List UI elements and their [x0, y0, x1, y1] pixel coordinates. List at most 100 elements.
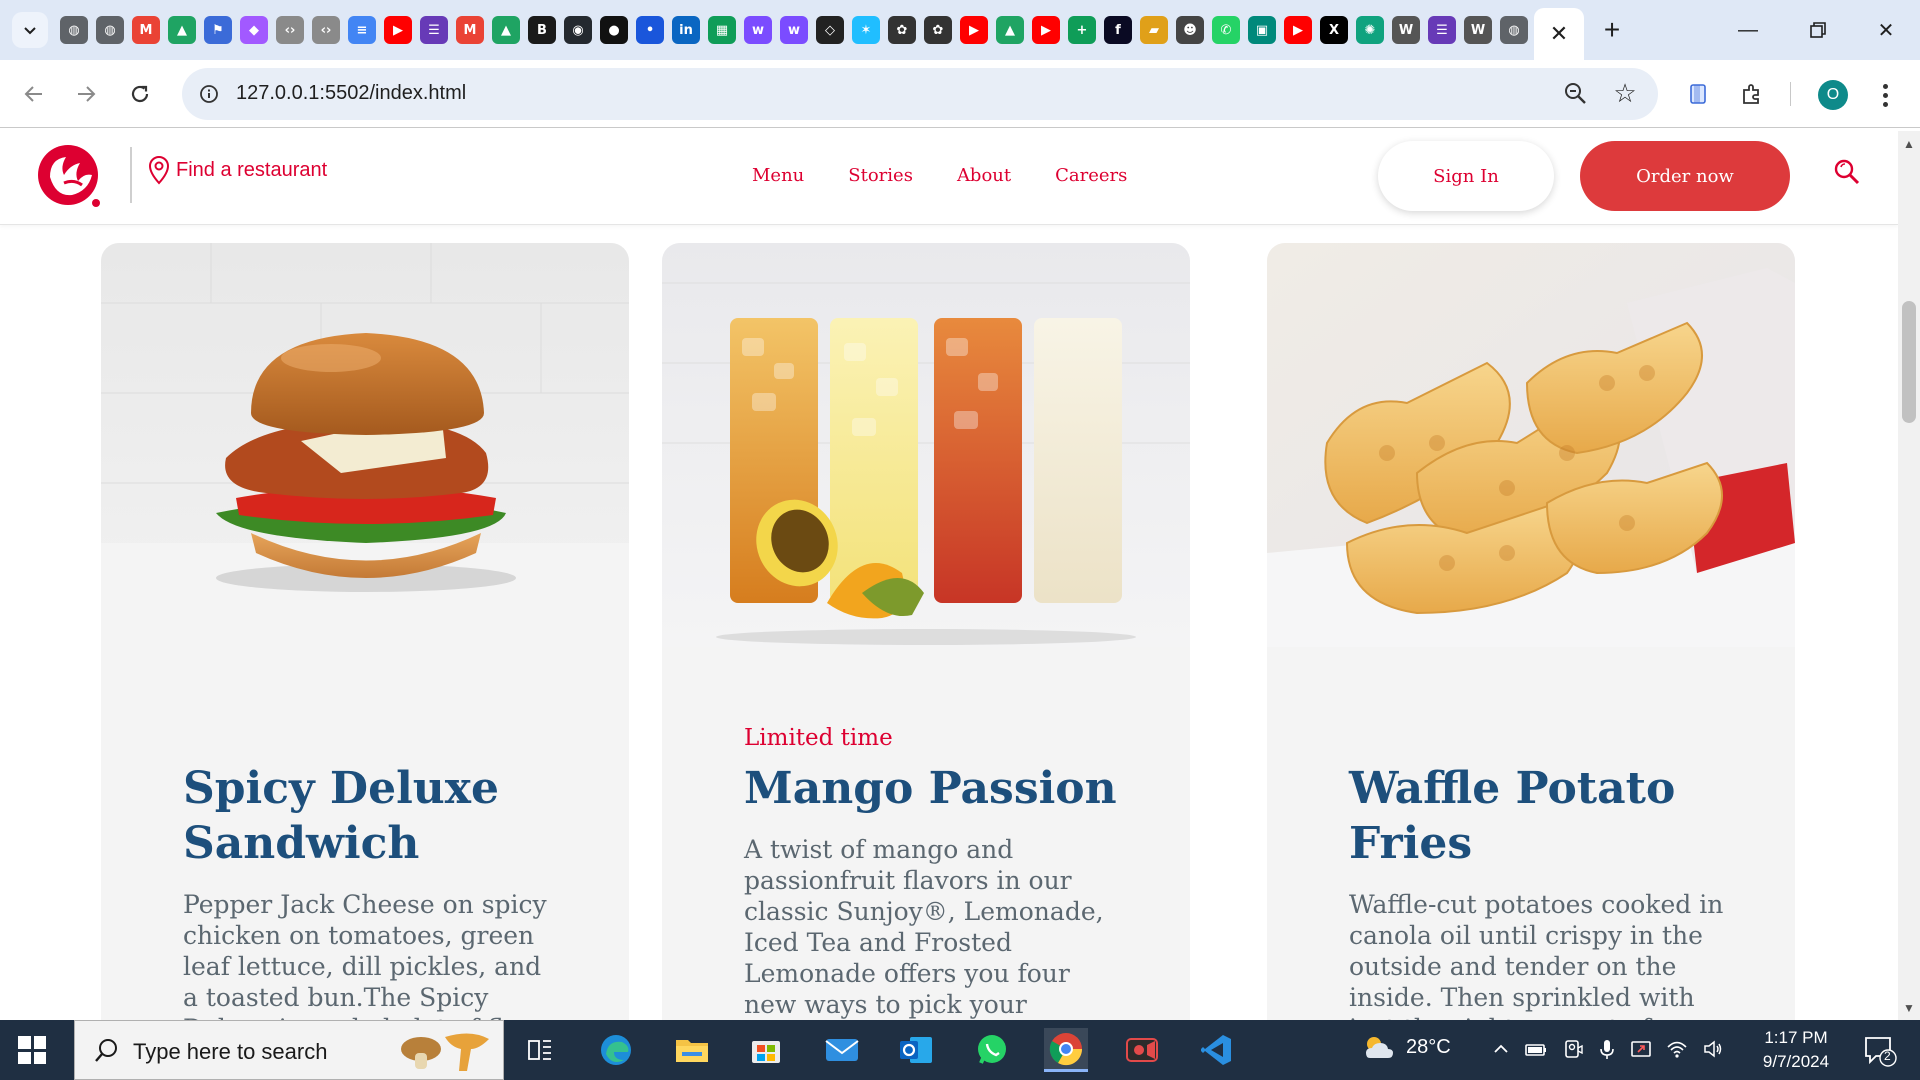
- vscode-icon[interactable]: [1194, 1028, 1238, 1072]
- address-bar[interactable]: 127.0.0.1:5502/index.html ☆: [182, 68, 1658, 120]
- close-tab-icon[interactable]: ✕: [1550, 21, 1568, 47]
- globe-tab-icon[interactable]: ◍: [60, 16, 88, 44]
- volume-icon[interactable]: [1702, 1038, 1724, 1065]
- scrollbar-thumb[interactable]: [1902, 301, 1916, 423]
- back-button[interactable]: [14, 74, 54, 114]
- weather-widget[interactable]: 28°C: [1362, 1032, 1451, 1062]
- bookmark-star-icon[interactable]: ☆: [1610, 78, 1640, 108]
- code-tab-icon[interactable]: ‹›: [276, 16, 304, 44]
- file-explorer-icon[interactable]: [670, 1028, 714, 1072]
- active-tab[interactable]: ✕: [1534, 8, 1584, 60]
- meet-tab-icon[interactable]: ▣: [1248, 16, 1276, 44]
- find-restaurant-link[interactable]: Find a restaurant: [148, 155, 327, 185]
- microsoft-store-icon[interactable]: [744, 1028, 788, 1072]
- site-search-icon[interactable]: [1832, 157, 1862, 187]
- restore-button[interactable]: [1796, 12, 1840, 48]
- forward-button[interactable]: [66, 74, 106, 114]
- site-info-icon[interactable]: [196, 81, 222, 107]
- menu-card-waffle-fries[interactable]: Waffle Potato Fries Waffle-cut potatoes …: [1267, 243, 1795, 1020]
- github-tab-icon[interactable]: ◉: [564, 16, 592, 44]
- forms-tab-icon[interactable]: ☰: [420, 16, 448, 44]
- notification-center-button[interactable]: 2: [1862, 1034, 1898, 1068]
- youtube-tab-icon[interactable]: ▶: [960, 16, 988, 44]
- browser-menu-button[interactable]: [1870, 78, 1900, 112]
- hat-tab-icon[interactable]: ▰: [1140, 16, 1168, 44]
- taskbar-search-placeholder[interactable]: Type here to search: [133, 1039, 327, 1065]
- wiki-tab-icon[interactable]: W: [1392, 16, 1420, 44]
- show-hidden-icons-chevron-icon[interactable]: [1492, 1038, 1510, 1065]
- code-tab-icon[interactable]: ‹›: [312, 16, 340, 44]
- menu-card-mango-passion[interactable]: Limited time Mango Passion A twist of ma…: [662, 243, 1190, 1020]
- card-title[interactable]: Spicy Deluxe Sandwich: [183, 761, 563, 871]
- drive-tab-icon[interactable]: ▲: [168, 16, 196, 44]
- wordtune-tab-icon[interactable]: w: [780, 16, 808, 44]
- url-text[interactable]: 127.0.0.1:5502/index.html: [236, 82, 466, 105]
- chrome-browser-icon[interactable]: [1044, 1028, 1088, 1072]
- mail-icon[interactable]: [820, 1028, 864, 1072]
- whatsapp-tab-icon[interactable]: ✆: [1212, 16, 1240, 44]
- screen-capture-icon[interactable]: [1630, 1038, 1652, 1065]
- drive-tab-icon[interactable]: ▲: [996, 16, 1024, 44]
- sheets-tab-icon[interactable]: ▦: [708, 16, 736, 44]
- nav-menu[interactable]: Menu: [752, 165, 804, 186]
- chatgpt-tab-icon[interactable]: ✿: [888, 16, 916, 44]
- forms-tab-icon[interactable]: ☰: [1428, 16, 1456, 44]
- page-scrollbar[interactable]: ▲ ▼: [1898, 131, 1920, 1020]
- ai-tab-icon[interactable]: ✺: [1356, 16, 1384, 44]
- kaggle-tab-icon[interactable]: ✶: [852, 16, 880, 44]
- taskbar-search-box[interactable]: Type here to search: [74, 1020, 504, 1080]
- profile-avatar[interactable]: O: [1818, 80, 1848, 110]
- new-tab-button[interactable]: +: [1596, 14, 1628, 46]
- wifi-icon[interactable]: [1666, 1038, 1688, 1065]
- meet-now-icon[interactable]: [1562, 1038, 1584, 1065]
- docs-tab-icon[interactable]: ≡: [348, 16, 376, 44]
- nav-stories[interactable]: Stories: [848, 165, 913, 186]
- battery-icon[interactable]: [1524, 1038, 1548, 1065]
- scroll-down-arrow-icon[interactable]: ▼: [1898, 999, 1920, 1017]
- tab-search-button[interactable]: [12, 12, 48, 48]
- flag-tab-icon[interactable]: ⚑: [204, 16, 232, 44]
- figma-tab-icon[interactable]: ◆: [240, 16, 268, 44]
- sign-in-button[interactable]: Sign In: [1378, 141, 1554, 211]
- card-title[interactable]: Waffle Potato Fries: [1349, 761, 1729, 871]
- minimize-button[interactable]: —: [1726, 12, 1770, 48]
- youtube-tab-icon[interactable]: ▶: [1032, 16, 1060, 44]
- outlook-icon[interactable]: [894, 1028, 938, 1072]
- globe-tab-icon[interactable]: ◍: [1500, 16, 1528, 44]
- drive-tab-icon[interactable]: ▲: [492, 16, 520, 44]
- nav-careers[interactable]: Careers: [1055, 165, 1127, 186]
- whatsapp-icon[interactable]: [970, 1028, 1014, 1072]
- find-restaurant-label[interactable]: Find a restaurant: [176, 159, 327, 182]
- wiki-tab-icon[interactable]: W: [1464, 16, 1492, 44]
- reading-mode-icon[interactable]: [1680, 76, 1716, 112]
- x-tab-icon[interactable]: X: [1320, 16, 1348, 44]
- gmail-tab-icon[interactable]: M: [456, 16, 484, 44]
- order-now-button[interactable]: Order now: [1580, 141, 1790, 211]
- windows-start-button[interactable]: [18, 1036, 46, 1064]
- brand-logo[interactable]: [34, 139, 104, 211]
- reload-button[interactable]: [120, 74, 160, 114]
- linkedin-tab-icon[interactable]: in: [672, 16, 700, 44]
- scroll-up-arrow-icon[interactable]: ▲: [1898, 135, 1920, 153]
- chatgpt-tab-icon[interactable]: ✿: [924, 16, 952, 44]
- robot-tab-icon[interactable]: ☻: [1176, 16, 1204, 44]
- codepen-tab-icon[interactable]: ◇: [816, 16, 844, 44]
- gmail-tab-icon[interactable]: M: [132, 16, 160, 44]
- extensions-icon[interactable]: [1734, 76, 1770, 112]
- taskbar-clock[interactable]: 1:17 PM 9/7/2024: [1746, 1026, 1846, 1074]
- zoom-icon[interactable]: [1562, 80, 1590, 108]
- plus-tab-icon[interactable]: +: [1068, 16, 1096, 44]
- task-view-icon[interactable]: [518, 1028, 562, 1072]
- close-window-button[interactable]: ✕: [1864, 12, 1908, 48]
- fcc-tab-icon[interactable]: f: [1104, 16, 1132, 44]
- youtube-tab-icon[interactable]: ▶: [1284, 16, 1312, 44]
- wordtune-tab-icon[interactable]: w: [744, 16, 772, 44]
- screen-recorder-icon[interactable]: [1120, 1028, 1164, 1072]
- globe-tab-icon[interactable]: ◍: [96, 16, 124, 44]
- bold-tab-icon[interactable]: B: [528, 16, 556, 44]
- microphone-icon[interactable]: [1598, 1038, 1616, 1065]
- nav-about[interactable]: About: [957, 165, 1011, 186]
- edge-browser-icon[interactable]: [594, 1028, 638, 1072]
- menu-card-spicy-deluxe[interactable]: Spicy Deluxe Sandwich Pepper Jack Cheese…: [101, 243, 629, 1020]
- card-title[interactable]: Mango Passion: [744, 761, 1124, 816]
